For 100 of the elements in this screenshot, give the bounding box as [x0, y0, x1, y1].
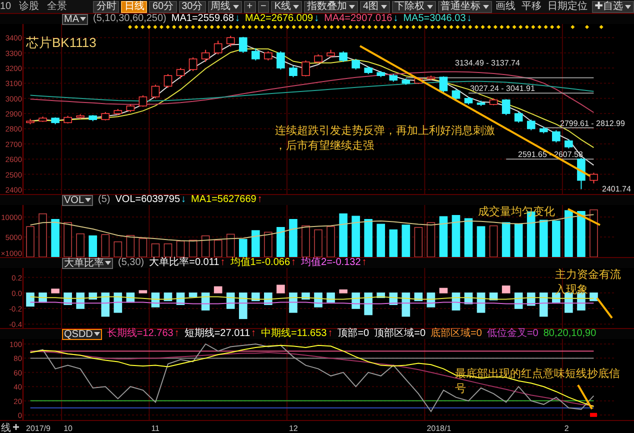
- chart-title: 芯片BK1113: [26, 34, 96, 52]
- trend-arrow: ↓: [181, 195, 186, 205]
- bar: [502, 222, 510, 257]
- toolbar-link[interactable]: 10: [0, 0, 12, 12]
- indicator-selector[interactable]: VOL: [62, 194, 94, 206]
- bar: [402, 224, 410, 257]
- dropdown-button[interactable]: 4图: [360, 0, 390, 12]
- indicator-value: MA2=2676.009: [244, 14, 314, 24]
- toolbar-link[interactable]: 诊股: [19, 0, 40, 12]
- caret-icon: [482, 4, 489, 8]
- date-label: 2018/1: [426, 424, 452, 433]
- candlestick: [514, 112, 523, 124]
- dropdown-button[interactable]: 指数叠加: [304, 0, 358, 12]
- trend-arrow: ↑: [251, 329, 256, 339]
- indicator-value: 短期线=27.011: [184, 329, 250, 339]
- period-tab[interactable]: 60分: [149, 0, 177, 12]
- indicator-value: 均值1=-0.066: [230, 258, 290, 268]
- indicator-value: MA1=2559.68: [171, 14, 234, 24]
- candlestick: [276, 50, 285, 70]
- period-tab[interactable]: 分时: [93, 0, 120, 12]
- annotation-text: 号: [455, 382, 466, 397]
- trend-arrow: ↑: [174, 329, 180, 339]
- bar: [251, 230, 260, 257]
- indicator-value: 长期线=12.763: [106, 329, 174, 339]
- indicator-selector[interactable]: QSDD: [62, 328, 102, 340]
- indicator-value: 80,20,10,90: [543, 329, 596, 339]
- candlestick: [552, 130, 560, 143]
- candlestick: [339, 50, 348, 62]
- date-label: 12: [288, 424, 298, 433]
- zoom-button[interactable]: +: [244, 0, 256, 12]
- candlestick: [226, 35, 235, 48]
- bar: [51, 219, 60, 257]
- bar: [364, 292, 373, 316]
- dropdown-button[interactable]: ✚自选: [592, 0, 634, 12]
- trend-arrow: ↑: [362, 258, 367, 268]
- zoom-button[interactable]: −: [258, 0, 270, 12]
- bar: [238, 239, 248, 257]
- indicator-params: (5): [98, 195, 110, 205]
- candlestick: [176, 68, 185, 80]
- candlestick: [214, 40, 222, 55]
- trend-arrow: ↑: [328, 329, 333, 339]
- bar: [376, 224, 386, 257]
- trend-arrow: ↑: [291, 258, 296, 268]
- bar: [26, 292, 34, 307]
- indicator-value: 低位金叉=0: [486, 329, 538, 339]
- candlestick: [590, 172, 598, 184]
- trend-arrow: ↑: [257, 195, 262, 205]
- candlestick: [314, 54, 322, 64]
- bar: [339, 213, 348, 257]
- caret-icon: [85, 198, 92, 202]
- caret-icon: [625, 4, 631, 8]
- indicator-selector[interactable]: 大单比率: [62, 258, 113, 268]
- leader-line: [568, 208, 600, 226]
- trend-arrow: ↓: [314, 14, 320, 24]
- dropdown-button[interactable]: K线: [271, 0, 302, 12]
- date-label: 2: [564, 424, 569, 433]
- dropdown-button[interactable]: 普通坐标: [438, 0, 492, 12]
- toolbar-link[interactable]: 全景: [47, 0, 68, 12]
- bar: [364, 219, 373, 257]
- toolbar-link[interactable]: 平移: [520, 2, 544, 12]
- bar: [138, 290, 148, 294]
- bar: [276, 227, 285, 257]
- bar: [88, 235, 98, 257]
- annotation-text: 成交量均匀变化: [478, 205, 555, 220]
- period-tab[interactable]: 30分: [178, 0, 206, 12]
- caret-icon: [426, 4, 433, 8]
- bar: [464, 218, 473, 257]
- bar: [502, 286, 510, 294]
- candlestick: [264, 50, 272, 61]
- bar: [101, 292, 110, 317]
- bar: [238, 292, 248, 320]
- bar: [514, 224, 523, 257]
- annotation-text: 连续超跌引发走势反弹，再加上利好消息刺激: [275, 124, 495, 139]
- candlestick: [164, 74, 172, 88]
- caret-icon: [293, 4, 300, 8]
- trend-arrow: ↑: [220, 258, 226, 268]
- caret-icon: [94, 332, 100, 336]
- toolbar-link[interactable]: 日期定位: [546, 2, 590, 12]
- date-label: 2017/9: [26, 424, 50, 433]
- caret-icon: [349, 4, 356, 8]
- indicator-value: 大单比率=0.011: [149, 258, 220, 268]
- dropdown-button[interactable]: 下除权: [392, 0, 436, 12]
- bar: [188, 292, 198, 298]
- price-label: 2401.74: [602, 184, 631, 194]
- dropdown-button[interactable]: 周线: [208, 0, 242, 12]
- bar: [564, 210, 573, 257]
- bar: [439, 216, 448, 257]
- bar: [352, 216, 360, 257]
- indicator-value: VOL=6039795: [115, 195, 180, 205]
- toolbar-link[interactable]: 画线: [494, 2, 518, 12]
- indicator-selector[interactable]: MA: [62, 14, 88, 24]
- bar: [476, 226, 486, 257]
- caret-icon: [105, 261, 111, 265]
- leader-line: [596, 297, 613, 319]
- trend-arrow: ↓: [393, 14, 398, 24]
- candlestick: [352, 58, 360, 70]
- candlestick: [502, 98, 510, 116]
- bar: [439, 288, 448, 294]
- candlestick: [302, 60, 310, 77]
- bar: [552, 220, 560, 257]
